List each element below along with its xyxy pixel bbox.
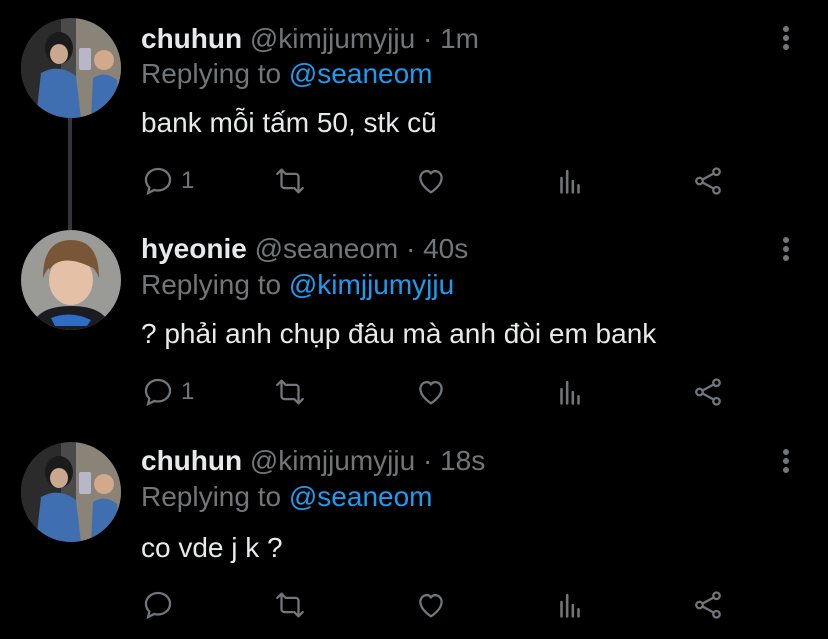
more-options-icon[interactable] — [776, 26, 796, 56]
avatar[interactable] — [21, 18, 121, 118]
analytics-icon — [560, 593, 580, 618]
reply-button[interactable]: 1 — [141, 164, 194, 198]
timestamp[interactable]: 1m — [440, 23, 479, 54]
tweet-text: bank mỗi tấm 50, stk cũ — [141, 107, 437, 138]
tweet[interactable]: chuhun @kimjjumyjju · 18s Replying to @s… — [0, 422, 828, 639]
reply-button[interactable]: 1 — [141, 375, 194, 409]
tweet-text: ? phải anh chụp đâu mà anh đòi em bank — [141, 318, 657, 349]
author-name[interactable]: chuhun — [141, 445, 242, 476]
author-name[interactable]: hyeonie — [141, 233, 247, 264]
reply-icon — [144, 378, 172, 407]
share-button[interactable] — [691, 588, 725, 622]
share-button[interactable] — [691, 164, 725, 198]
replying-mention[interactable]: @seaneom — [289, 481, 433, 512]
tweet-text: co vde j k ? — [141, 532, 283, 563]
heart-icon — [419, 593, 443, 618]
heart-icon — [419, 380, 443, 405]
heart-icon — [419, 169, 443, 194]
analytics-button[interactable] — [553, 588, 587, 622]
separator: · — [422, 23, 433, 54]
analytics-icon — [560, 380, 580, 405]
reply-icon — [144, 591, 172, 620]
share-icon — [695, 591, 721, 619]
separator: · — [405, 233, 416, 264]
author-handle[interactable]: @seaneom — [255, 233, 399, 264]
reply-count: 1 — [181, 378, 195, 405]
reply-icon — [144, 167, 172, 196]
separator: · — [422, 445, 433, 476]
action-bar: 1 — [141, 164, 741, 198]
author-handle[interactable]: @kimjjumyjju — [250, 23, 415, 54]
replying-label: Replying to — [141, 269, 282, 300]
like-button[interactable] — [414, 375, 448, 409]
replying-label: Replying to — [141, 58, 282, 89]
action-bar: 1 — [141, 375, 741, 409]
analytics-button[interactable] — [553, 375, 587, 409]
retweet-icon — [276, 379, 304, 405]
retweet-icon — [276, 168, 304, 194]
like-button[interactable] — [414, 588, 448, 622]
avatar[interactable] — [21, 230, 121, 330]
timestamp[interactable]: 18s — [440, 445, 485, 476]
avatar[interactable] — [21, 442, 121, 542]
like-button[interactable] — [414, 164, 448, 198]
author-name[interactable]: chuhun — [141, 23, 242, 54]
retweet-button[interactable] — [273, 375, 307, 409]
timestamp[interactable]: 40s — [423, 233, 468, 264]
retweet-icon — [276, 592, 304, 618]
share-icon — [695, 167, 721, 195]
replying-label: Replying to — [141, 481, 282, 512]
analytics-icon — [560, 169, 580, 194]
share-button[interactable] — [691, 375, 725, 409]
reply-button[interactable] — [141, 588, 181, 622]
tweet[interactable]: hyeonie @seaneom · 40s Replying to @kimj… — [0, 210, 828, 422]
more-options-icon[interactable] — [776, 449, 796, 479]
action-bar — [141, 588, 741, 622]
author-handle[interactable]: @kimjjumyjju — [250, 445, 415, 476]
retweet-button[interactable] — [273, 164, 307, 198]
more-options-icon[interactable] — [776, 237, 796, 267]
replying-mention[interactable]: @seaneom — [289, 58, 433, 89]
replying-mention[interactable]: @kimjjumyjju — [289, 269, 454, 300]
share-icon — [695, 378, 721, 406]
reply-count: 1 — [181, 167, 195, 194]
analytics-button[interactable] — [553, 164, 587, 198]
tweet[interactable]: chuhun @kimjjumyjju · 1m Replying to @se… — [0, 0, 828, 210]
retweet-button[interactable] — [273, 588, 307, 622]
